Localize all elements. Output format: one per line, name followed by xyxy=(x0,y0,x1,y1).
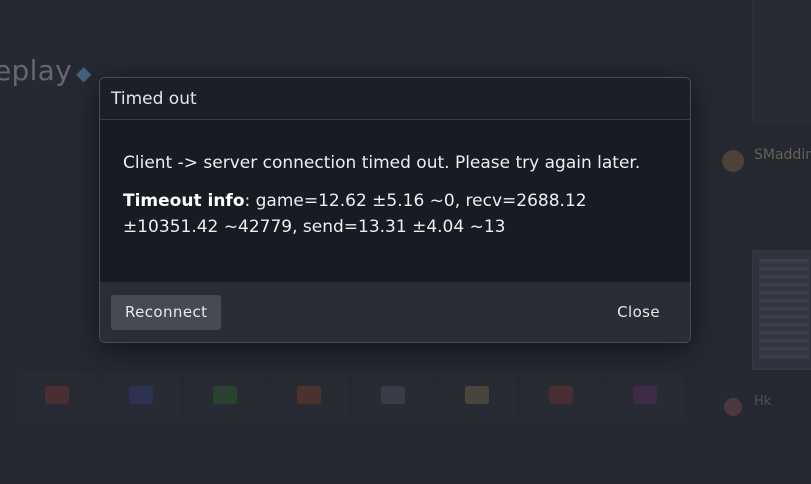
dialog-message: Client -> server connection timed out. P… xyxy=(123,153,641,173)
dialog-body: Client -> server connection timed out. P… xyxy=(100,120,690,282)
timeout-dialog: Timed out Client -> server connection ti… xyxy=(99,77,691,343)
dialog-header: Timed out xyxy=(100,78,690,120)
reconnect-button[interactable]: Reconnect xyxy=(111,294,222,330)
timeout-info: Timeout info: game=12.62 ±5.16 ~0, recv=… xyxy=(123,188,666,240)
close-button[interactable]: Close xyxy=(611,302,666,322)
dialog-footer: Reconnect Close xyxy=(100,282,690,342)
timeout-info-label: Timeout info xyxy=(123,191,245,211)
dialog-title: Timed out xyxy=(111,88,197,109)
